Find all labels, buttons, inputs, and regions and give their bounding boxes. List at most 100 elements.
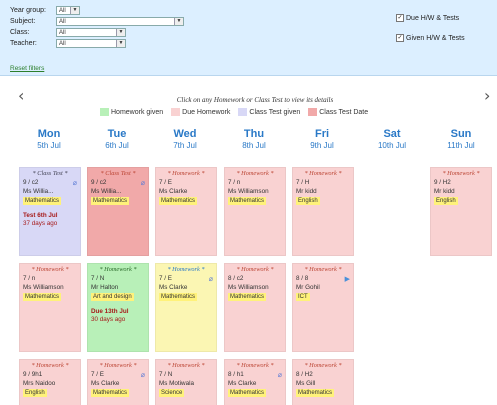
teacher-select[interactable]: All ▼	[56, 39, 126, 48]
card-type: * Class Test *	[100, 170, 136, 177]
card-type: * Homework *	[31, 362, 69, 369]
class-select[interactable]: All ▼	[56, 28, 126, 37]
card-subject: Mathematics	[23, 197, 62, 206]
homework-card[interactable]: * Homework * 9 / H2 Mr kidd English	[430, 167, 492, 256]
chevron-down-icon: ▼	[116, 40, 125, 47]
homework-card[interactable]: * Homework * 7 / E Ms Clarke Mathematics	[155, 167, 217, 256]
card-type: * Homework *	[99, 362, 137, 369]
class-test-card[interactable]: * Class Test * ⌀ 9 / c2 Ms Willia... Mat…	[87, 167, 149, 256]
day-header-sun: Sun 11th Jul	[431, 128, 491, 150]
subject-label: Subject:	[10, 18, 36, 25]
homework-card[interactable]: * Homework * ▶ 8 / 8 Mr Gohil ICT	[292, 263, 354, 352]
card-class: 7 / E	[159, 179, 172, 187]
paperclip-icon: ⌀	[140, 180, 145, 187]
day-date: 9th Jul	[310, 141, 334, 150]
card-teacher: Ms Williamson	[228, 283, 269, 291]
card-class: 7 / E	[159, 275, 172, 283]
card-class: 7 / n	[228, 179, 241, 187]
day-name: Sun	[450, 128, 472, 140]
card-class: 7 / n	[23, 275, 36, 283]
reset-filters-link[interactable]: Reset filters	[10, 65, 44, 72]
card-subject: Mathematics	[159, 293, 198, 302]
card-subject: Mathematics	[91, 389, 130, 398]
day-date: 6th Jul	[105, 141, 129, 150]
card-teacher: Mr kidd	[434, 187, 455, 195]
day-name: Mon	[37, 128, 61, 140]
homework-card[interactable]: * Homework * ⌀ 7 / E Ms Clarke Mathemati…	[155, 263, 217, 352]
card-class: 7 / N	[159, 371, 173, 379]
card-type: * Homework *	[167, 362, 205, 369]
card-teacher: Ms Gill	[296, 379, 316, 387]
next-week-arrow-icon[interactable]: ›	[484, 86, 490, 105]
day-date: 10th Jul	[377, 141, 407, 150]
day-header-sat: Sat 10th Jul	[362, 128, 422, 150]
chevron-down-icon: ▼	[70, 7, 79, 14]
due-toggle[interactable]: ✓ Due H/W & Tests	[396, 14, 459, 22]
card-type: * Homework *	[304, 170, 342, 177]
homework-card[interactable]: * Homework * 8 / c2 Ms Williamson Mathem…	[224, 263, 286, 352]
card-teacher: Ms Clarke	[228, 379, 257, 387]
class-label: Class:	[10, 29, 30, 36]
card-type: * Homework *	[442, 170, 480, 177]
day-date: 11th Jul	[447, 141, 475, 150]
homework-card[interactable]: * Homework * ⌀ 8 / h1 Ms Clarke Mathemat…	[224, 359, 286, 405]
card-type: * Homework *	[31, 266, 69, 273]
day-date: 7th Jul	[173, 141, 197, 150]
year-group-select[interactable]: All ▼	[56, 6, 80, 15]
card-class: 9 / 9h1	[23, 371, 43, 379]
class-test-card[interactable]: * Class Test * ⌀ 9 / c2 Ms Willia... Mat…	[19, 167, 81, 256]
card-type: * Homework *	[99, 266, 137, 273]
homework-card[interactable]: * Homework * 7 / H Mr kidd English	[292, 167, 354, 256]
card-subject: Art and design	[91, 293, 134, 302]
legend-due-homework: Due Homework	[171, 108, 230, 116]
checkbox-checked-icon[interactable]: ✓	[396, 34, 404, 42]
homework-card[interactable]: * Homework * ⌀ 7 / E Ms Clarke Mathemati…	[87, 359, 149, 405]
day-name: Tue	[107, 128, 127, 140]
card-teacher: Mr Halton	[91, 283, 119, 291]
prev-week-arrow-icon[interactable]: ‹	[18, 86, 24, 105]
homework-card[interactable]: * Homework * 9 / 9h1 Mrs Naidoo English	[19, 359, 81, 405]
paperclip-icon: ⌀	[72, 180, 77, 187]
day-name: Thu	[243, 128, 265, 140]
card-teacher: Ms Motiwala	[159, 379, 194, 387]
card-ago: 30 days ago	[91, 316, 126, 324]
paperclip-icon: ⌀	[208, 276, 213, 283]
filter-panel: Year group: All ▼ Subject: All ▼ Class: …	[0, 0, 497, 76]
day-header-wed: Wed 7th Jul	[155, 128, 215, 150]
homework-card[interactable]: * Homework * 7 / n Ms Williamson Mathema…	[19, 263, 81, 352]
card-type: * Homework *	[167, 266, 205, 273]
homework-card[interactable]: * Homework * 8 / H2 Ms Gill Mathematics	[292, 359, 354, 405]
legend-label: Homework given	[111, 108, 164, 116]
subject-select[interactable]: All ▼	[56, 17, 184, 26]
card-class: 7 / E	[91, 371, 104, 379]
card-teacher: Ms Clarke	[91, 379, 120, 387]
legend-swatch	[100, 108, 109, 116]
day-name: Wed	[173, 128, 197, 140]
day-name: Sat	[383, 128, 401, 140]
given-toggle-label: Given H/W & Tests	[406, 34, 465, 42]
card-type: * Homework *	[236, 266, 274, 273]
homework-card[interactable]: * Homework * 7 / N Ms Motiwala Science	[155, 359, 217, 405]
teacher-label: Teacher:	[10, 40, 37, 47]
legend-class-test-date: Class Test Date	[308, 108, 368, 116]
card-type: * Homework *	[304, 266, 342, 273]
day-header-thu: Thu 8th Jul	[224, 128, 284, 150]
year-group-label: Year group:	[10, 7, 46, 14]
day-header-tue: Tue 6th Jul	[87, 128, 147, 150]
subject-filter: Subject: All ▼	[10, 16, 184, 27]
card-subject: Mathematics	[296, 389, 335, 398]
legend-swatch	[238, 108, 248, 116]
card-ago: 37 days ago	[23, 220, 58, 228]
legend-label: Class Test Date	[319, 108, 369, 116]
card-class: 7 / H	[296, 179, 310, 187]
card-class: 9 / c2	[23, 179, 39, 187]
card-type: * Homework *	[236, 362, 274, 369]
card-subject: Mathematics	[228, 389, 267, 398]
teacher-filter: Teacher: All ▼	[10, 38, 126, 49]
homework-card[interactable]: * Homework * 7 / N Mr Halton Art and des…	[87, 263, 149, 352]
homework-card[interactable]: * Homework * 7 / n Ms Williamson Mathema…	[224, 167, 286, 256]
given-toggle[interactable]: ✓ Given H/W & Tests	[396, 34, 465, 42]
card-teacher: Mrs Naidoo	[23, 379, 56, 387]
legend-homework-given: Homework given	[100, 108, 163, 116]
checkbox-checked-icon[interactable]: ✓	[396, 14, 404, 22]
